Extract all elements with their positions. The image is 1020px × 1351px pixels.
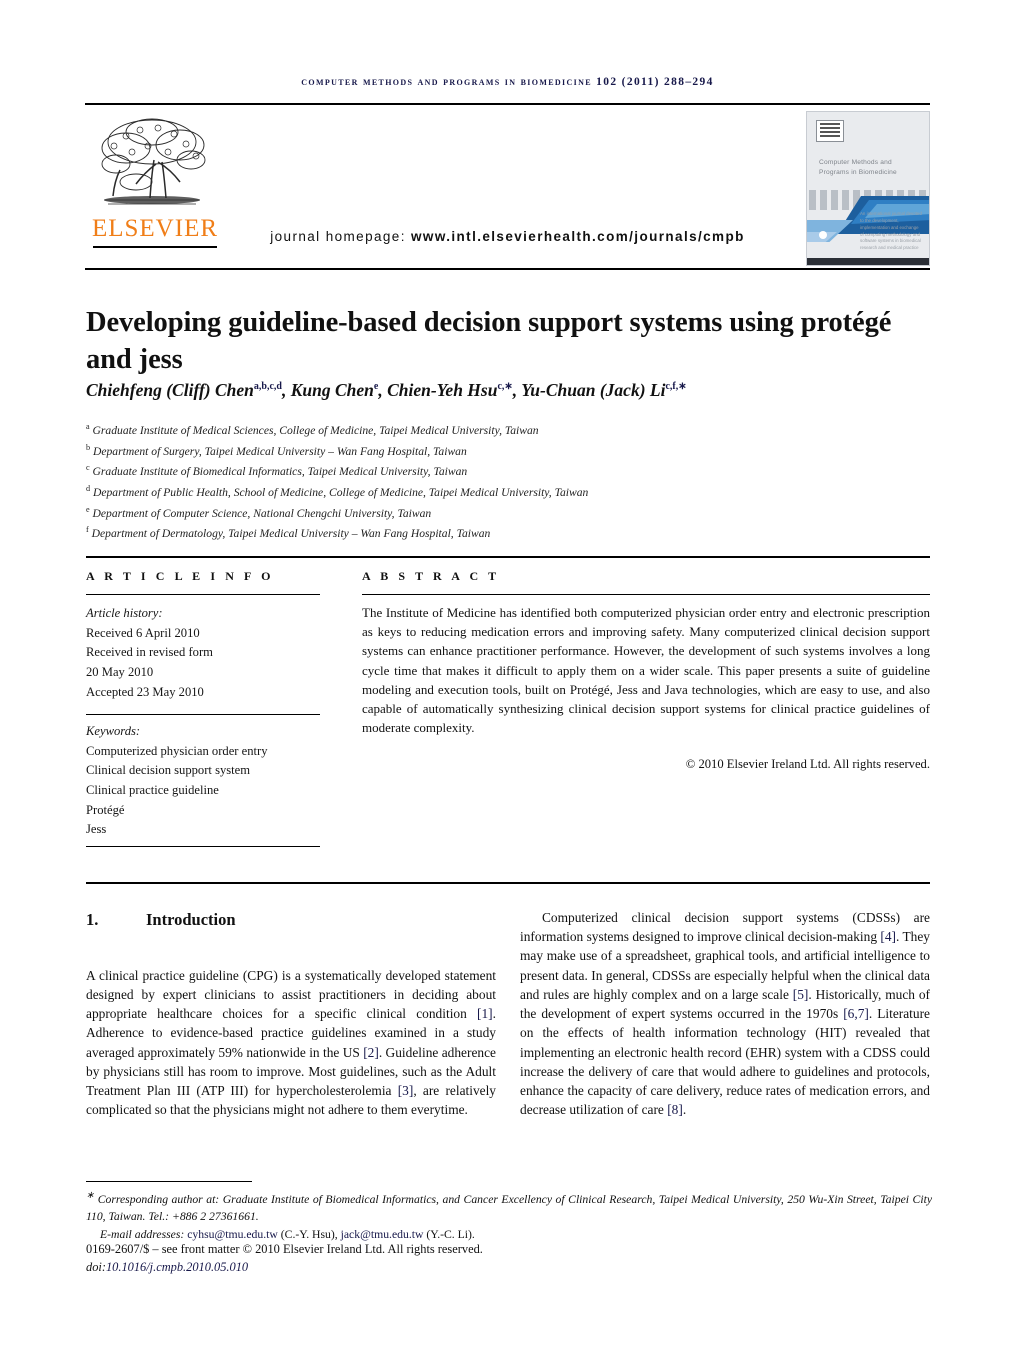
abstract-text: The Institute of Medicine has identified…: [362, 605, 930, 736]
info-divider-bottom: [86, 846, 320, 848]
front-matter-line: 0169-2607/$ – see front matter © 2010 El…: [86, 1242, 483, 1256]
paragraph-intro-left: A clinical practice guideline (CPG) is a…: [86, 967, 497, 1118]
keyword-items: Computerized physician order entry Clinic…: [86, 742, 322, 840]
citation-ref[interactable]: [8]: [667, 1102, 683, 1117]
footnote-divider: [86, 1181, 252, 1183]
journal-article-page: Computer Methods and Programs in Biomedi…: [0, 0, 1020, 1351]
corresponding-author-note: ∗ Corresponding author at: Graduate Inst…: [86, 1190, 933, 1224]
affiliation-mark: c: [86, 463, 90, 473]
keyword-item: Protégé: [86, 802, 125, 817]
history-item: Received in revised form: [86, 645, 213, 660]
cover-footer-text: An international journal devoted to the …: [860, 211, 922, 251]
doi-line[interactable]: doi:10.1016/j.cmpb.2010.05.010: [86, 1258, 932, 1276]
keyword-item: Jess: [86, 822, 107, 837]
keyword-item: Clinical practice guideline: [86, 782, 219, 797]
author-affiliation-marks: a,b,c,d: [253, 381, 282, 393]
affiliation-item: f Department of Dermatology, Taipei Medi…: [86, 525, 491, 541]
doi-label: doi:: [86, 1260, 106, 1275]
author-name: Kung Chen: [290, 380, 374, 400]
body-column-left: 1. Introduction A clinical practice guide…: [86, 908, 496, 1120]
homepage-label: journal homepage:: [270, 229, 406, 244]
section-heading-introduction: 1. Introduction: [86, 908, 496, 932]
abstract-heading-rule: [362, 594, 930, 596]
author-name: Chiehfeng (Cliff) Chen: [86, 380, 254, 400]
affiliation-item: d Department of Public Health, School of…: [86, 483, 589, 499]
section-number: 1.: [86, 910, 99, 929]
citation-ref[interactable]: [1]: [477, 1006, 493, 1021]
history-item: Accepted 23 May 2010: [86, 684, 204, 699]
affiliation-mark: b: [86, 442, 91, 452]
author-name: Chien-Yeh Hsu: [387, 380, 498, 400]
block-divider-bottom: [86, 882, 930, 885]
homepage-url[interactable]: www.intl.elsevierhealth.com/journals/cmp…: [411, 229, 745, 244]
running-head: Computer Methods and Programs in Biomedi…: [301, 76, 714, 88]
author-affiliation-marks: c,∗: [497, 381, 513, 393]
affiliation-list: a Graduate Institute of Medical Sciences…: [86, 420, 936, 544]
history-item: 20 May 2010: [86, 664, 154, 679]
affiliation-item: e Department of Computer Science, Nation…: [86, 504, 432, 520]
affiliation-mark: e: [86, 504, 90, 514]
affiliation-mark: f: [86, 525, 89, 535]
citation-ref[interactable]: [5]: [793, 987, 809, 1002]
paragraph-intro-right: Computerized clinical decision support s…: [520, 910, 931, 1118]
affiliation-item: b Department of Surgery, Taipei Medical …: [86, 442, 467, 458]
affiliation-item: c Graduate Institute of Biomedical Infor…: [86, 463, 468, 479]
logo-underline: [93, 246, 217, 248]
author-affiliation-marks: e: [373, 381, 379, 393]
info-heading-rule: [86, 594, 320, 596]
journal-homepage[interactable]: journal homepage: www.intl.elsevierhealt…: [235, 229, 780, 244]
journal-cover-thumbnail: Computer Methods and Programs in Biomedi…: [806, 111, 930, 266]
elsevier-wordmark: ELSEVIER: [91, 215, 219, 242]
cover-bottom-bar: [807, 258, 929, 265]
affiliation-mark: d: [86, 483, 91, 493]
article-title: Developing guideline-based decision supp…: [86, 307, 892, 375]
citation-ref[interactable]: [2]: [363, 1045, 379, 1060]
elsevier-logo: ELSEVIER: [85, 108, 225, 266]
abstract-heading: A B S T R A C T: [362, 569, 500, 583]
article-info-heading: A R T I C L E I N F O: [86, 569, 275, 583]
keyword-item: Clinical decision support system: [86, 763, 251, 778]
keyword-item: Computerized physician order entry: [86, 743, 268, 758]
citation-ref[interactable]: [3]: [398, 1083, 414, 1098]
doi-value[interactable]: 10.1016/j.cmpb.2010.05.010: [106, 1260, 248, 1274]
history-items: Received 6 April 2010 Received in revised…: [86, 624, 322, 703]
cover-journal-title: Computer Methods and Programs in Biomedi…: [819, 159, 897, 176]
footnote-block: ∗ Corresponding author at: Graduate Inst…: [86, 1189, 932, 1244]
history-item: Received 6 April 2010: [86, 625, 200, 640]
author-name: Yu-Chuan (Jack) Li: [521, 380, 666, 400]
asterisk-marker: ∗: [86, 1190, 95, 1201]
citation-ref[interactable]: [4]: [880, 929, 896, 944]
block-divider-top: [86, 556, 930, 559]
keywords-block: Keywords: Computerized physician order e…: [86, 722, 322, 840]
citation-ref[interactable]: [6,7]: [843, 1006, 869, 1021]
elsevier-tree-icon: [101, 118, 206, 205]
article-history: Article history: Received 6 April 2010 Re…: [86, 604, 322, 702]
affiliation-mark: a: [86, 422, 90, 431]
author-affiliation-marks: c,f,∗: [665, 381, 687, 393]
abstract-copyright: © 2010 Elsevier Ireland Ltd. All rights …: [685, 757, 930, 771]
keywords-divider: [86, 714, 320, 716]
cover-elsevier-icon: [816, 120, 844, 142]
affiliation-item: a Graduate Institute of Medical Sciences…: [86, 422, 539, 437]
section-title: Introduction: [146, 910, 236, 929]
author-list: Chiehfeng (Cliff) Chena,b,c,d, Kung Chen…: [86, 380, 687, 400]
body-column-right: Computerized clinical decision support s…: [520, 908, 930, 1120]
front-matter-block: 0169-2607/$ – see front matter © 2010 El…: [86, 1240, 932, 1277]
keywords-label: Keywords:: [86, 724, 141, 738]
journal-masthead: ELSEVIER journal homepage: www.intl.else…: [85, 103, 930, 270]
history-label: Article history:: [86, 606, 163, 620]
